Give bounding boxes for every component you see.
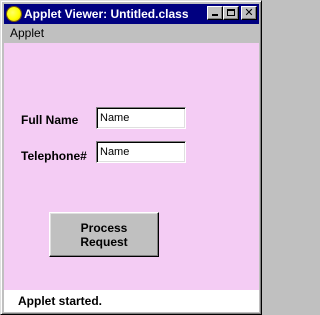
applet-viewer-window: Applet Viewer: Untitled.class ✕ Applet F… [0, 0, 262, 315]
window-controls: ✕ [207, 6, 257, 20]
telephone-label: Telephone# [21, 149, 87, 163]
menu-bar: Applet [4, 24, 259, 42]
menu-applet[interactable]: Applet [4, 26, 44, 40]
full-name-input[interactable] [96, 107, 186, 129]
minimize-button[interactable] [207, 6, 223, 20]
status-bar: Applet started. [4, 290, 259, 312]
process-request-button[interactable]: Process Request [49, 212, 159, 257]
full-name-label: Full Name [21, 113, 79, 127]
close-button[interactable]: ✕ [241, 6, 257, 20]
applet-panel: Full Name Telephone# Process Request [4, 43, 259, 290]
minimize-icon [212, 14, 218, 16]
java-applet-icon[interactable] [7, 7, 21, 21]
telephone-input[interactable] [96, 141, 186, 163]
title-bar[interactable]: Applet Viewer: Untitled.class ✕ [4, 4, 259, 24]
window-title: Applet Viewer: Untitled.class [24, 7, 189, 21]
close-icon: ✕ [244, 6, 254, 19]
maximize-icon [227, 9, 235, 16]
maximize-button[interactable] [223, 6, 239, 20]
status-text: Applet started. [18, 294, 103, 308]
